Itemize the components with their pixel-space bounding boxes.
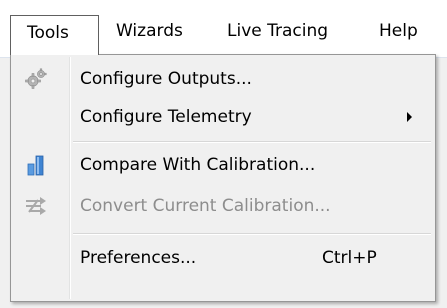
menu-separator xyxy=(73,141,431,143)
keyboard-shortcut: Ctrl+P xyxy=(322,248,377,268)
menu-item-label: Compare With Calibration... xyxy=(80,155,316,175)
menu-item-configure-outputs[interactable]: Configure Outputs... xyxy=(13,59,433,99)
gears-icon xyxy=(25,68,47,90)
menu-separator xyxy=(73,233,431,235)
bar-chart-icon xyxy=(25,154,47,176)
menu-bar: Tools Wizards Live Tracing Help xyxy=(0,0,447,58)
tools-dropdown-menu: Configure Outputs... Configure Telemetry… xyxy=(10,54,436,302)
menubar-help[interactable]: Help xyxy=(365,14,432,50)
menu-item-preferences[interactable]: Preferences... Ctrl+P xyxy=(13,238,433,278)
convert-arrows-icon xyxy=(25,195,47,217)
menu-item-label: Preferences... xyxy=(80,248,197,268)
menu-item-label: Configure Outputs... xyxy=(80,69,252,89)
menu-item-compare-with-calibration[interactable]: Compare With Calibration... xyxy=(13,145,433,185)
menubar-wizards[interactable]: Wizards xyxy=(102,14,197,50)
menu-item-convert-current-calibration: Convert Current Calibration... xyxy=(13,186,433,226)
submenu-arrow-icon xyxy=(407,112,412,122)
menubar-live-tracing[interactable]: Live Tracing xyxy=(213,14,342,50)
menu-item-label: Configure Telemetry xyxy=(80,107,252,127)
menu-item-configure-telemetry[interactable]: Configure Telemetry xyxy=(13,97,433,137)
menu-item-label: Convert Current Calibration... xyxy=(80,196,331,216)
menubar-tools[interactable]: Tools xyxy=(10,15,99,55)
